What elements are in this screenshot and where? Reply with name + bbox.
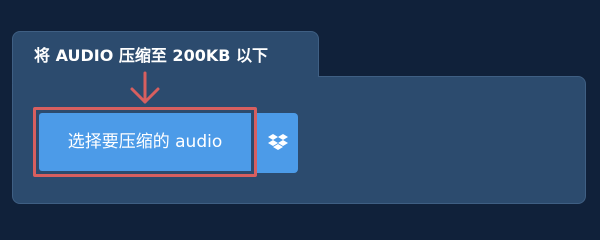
tab-panel-joint (13, 76, 318, 84)
choose-audio-button[interactable]: 选择要压缩的 audio (39, 113, 251, 171)
down-arrow-icon (130, 71, 160, 104)
dropbox-button[interactable] (257, 113, 298, 173)
tab-title: 将 AUDIO 压缩至 200KB 以下 (34, 46, 268, 65)
dropbox-icon (267, 134, 288, 150)
